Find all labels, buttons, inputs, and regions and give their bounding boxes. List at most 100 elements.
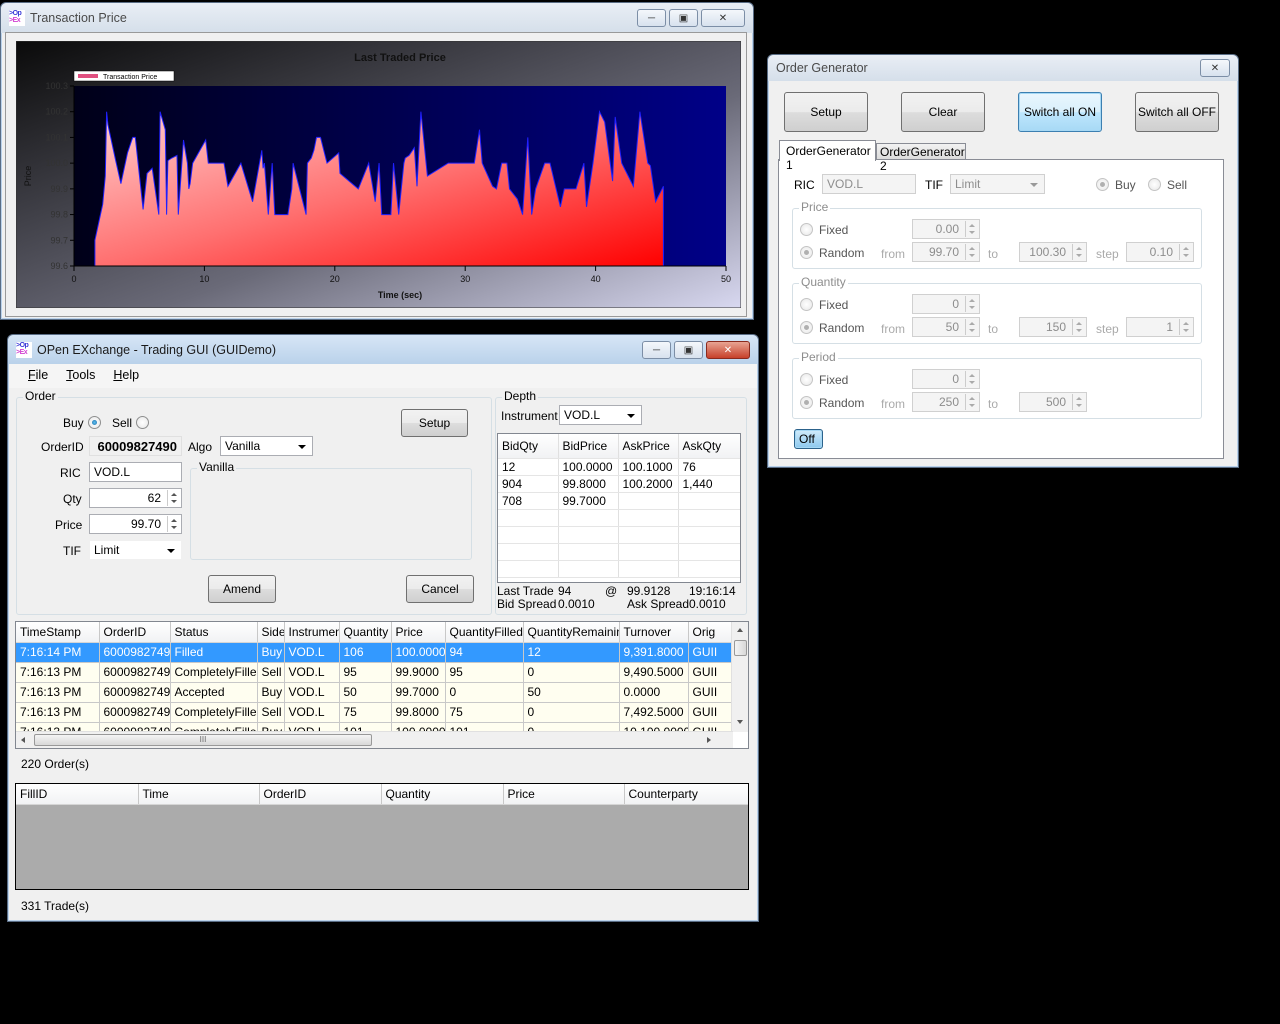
quantity-fixed-stepper[interactable]: 0 — [912, 294, 980, 314]
spin-arrows-icon[interactable] — [965, 296, 978, 312]
close-button[interactable]: ✕ — [706, 341, 750, 359]
period-to-stepper[interactable]: 500 — [1019, 392, 1087, 412]
algo-select[interactable]: Vanilla — [220, 436, 313, 456]
gen-sell-radio[interactable] — [1148, 178, 1161, 191]
column-header[interactable]: Price — [391, 622, 446, 643]
menu-file[interactable]: File — [19, 368, 57, 384]
depth-row[interactable] — [498, 526, 740, 544]
title-bar[interactable]: >Op >Ex OPen EXchange - Trading GUI (GUID… — [8, 335, 758, 365]
depth-row[interactable]: 904 99.8000 100.2000 1,440 — [498, 475, 740, 493]
quantity-from-stepper[interactable]: 50 — [912, 317, 980, 337]
spin-arrows-icon[interactable] — [965, 221, 978, 237]
tab-ordergenerator-2[interactable]: OrderGenerator 2 — [876, 143, 966, 173]
quantity-random-radio[interactable] — [800, 321, 813, 334]
switch-all-on-button[interactable]: Switch all ON — [1018, 92, 1102, 132]
column-header[interactable]: QuantityFilled — [445, 622, 524, 643]
generator-toggle-button[interactable]: Off — [794, 429, 823, 449]
sell-radio[interactable] — [136, 416, 149, 429]
column-header[interactable]: TimeStamp — [16, 622, 100, 643]
gen-clear-button[interactable]: Clear — [901, 92, 985, 132]
column-header[interactable]: BidPrice — [558, 434, 619, 459]
depth-row[interactable]: 708 99.7000 — [498, 492, 740, 510]
price-step-stepper[interactable]: 0.10 — [1126, 242, 1194, 262]
quantity-to-stepper[interactable]: 150 — [1019, 317, 1087, 337]
setup-button[interactable]: Setup — [401, 409, 468, 437]
spin-arrows-icon[interactable] — [965, 371, 978, 387]
scroll-down-icon[interactable] — [737, 720, 743, 724]
close-button[interactable]: ✕ — [701, 9, 745, 27]
period-from-stepper[interactable]: 250 — [912, 392, 980, 412]
spin-arrows-icon[interactable] — [1072, 319, 1085, 335]
order-row[interactable]: 7:16:13 PM 60009827493 CompletelyFilled Sel… — [16, 702, 733, 723]
column-header[interactable]: OrderID — [259, 784, 382, 805]
ric-input[interactable] — [89, 462, 182, 482]
column-header[interactable]: Instrument — [284, 622, 340, 643]
menu-tools[interactable]: Tools — [57, 368, 104, 384]
spin-arrows-icon[interactable] — [167, 490, 180, 506]
column-header[interactable]: AskPrice — [618, 434, 679, 459]
column-header[interactable]: Time — [138, 784, 260, 805]
gen-setup-button[interactable]: Setup — [784, 92, 868, 132]
close-button[interactable]: ✕ — [1200, 59, 1230, 77]
scroll-right-icon[interactable] — [707, 737, 711, 743]
depth-row[interactable]: 12 100.0000 100.1000 76 — [498, 458, 740, 476]
column-header[interactable]: BidQty — [498, 434, 559, 459]
buy-radio[interactable] — [88, 416, 101, 429]
column-header[interactable]: FillID — [16, 784, 139, 805]
instrument-select[interactable]: VOD.L — [559, 405, 642, 425]
scroll-left-icon[interactable] — [21, 737, 25, 743]
column-header[interactable]: AskQty — [678, 434, 740, 459]
scroll-up-icon[interactable] — [737, 628, 743, 632]
column-header[interactable]: OrderID — [99, 622, 171, 643]
qty-stepper[interactable]: 62 — [89, 488, 182, 508]
column-header[interactable]: Price — [503, 784, 625, 805]
depth-row[interactable] — [498, 509, 740, 527]
quantity-step-stepper[interactable]: 1 — [1126, 317, 1194, 337]
switch-all-off-button[interactable]: Switch all OFF — [1135, 92, 1219, 132]
gen-tif-select[interactable]: Limit — [950, 174, 1045, 194]
quantity-fixed-radio[interactable] — [800, 298, 813, 311]
price-stepper[interactable]: 99.70 — [89, 514, 182, 534]
gen-buy-radio[interactable] — [1096, 178, 1109, 191]
price-from-stepper[interactable]: 99.70 — [912, 242, 980, 262]
column-header[interactable]: Status — [170, 622, 258, 643]
spin-arrows-icon[interactable] — [1179, 244, 1192, 260]
spin-arrows-icon[interactable] — [1072, 244, 1085, 260]
price-fixed-stepper[interactable]: 0.00 — [912, 219, 980, 239]
spin-arrows-icon[interactable] — [965, 319, 978, 335]
spin-arrows-icon[interactable] — [167, 516, 180, 532]
depth-row[interactable] — [498, 543, 740, 561]
price-fixed-radio[interactable] — [800, 223, 813, 236]
column-header[interactable]: Counterparty — [624, 784, 748, 805]
column-header[interactable]: Turnover — [619, 622, 689, 643]
maximize-button[interactable]: ▣ — [674, 341, 703, 359]
scroll-thumb[interactable] — [734, 640, 747, 656]
order-row[interactable]: 7:16:13 PM 60009827495 CompletelyFilled Sel… — [16, 662, 733, 683]
title-bar[interactable]: Order Generator ✕ — [768, 55, 1238, 81]
tab-ordergenerator-1[interactable]: OrderGenerator 1 — [779, 140, 876, 172]
minimize-button[interactable]: ─ — [642, 341, 671, 359]
price-to-stepper[interactable]: 100.30 — [1019, 242, 1087, 262]
vertical-scrollbar[interactable] — [731, 622, 748, 732]
column-header[interactable]: Quantity — [381, 784, 504, 805]
gen-ric-input[interactable]: VOD.L — [822, 174, 916, 194]
spin-arrows-icon[interactable] — [1072, 394, 1085, 410]
order-row[interactable]: 7:16:13 PM 60009827494 Accepted Buy VOD.L 50 9… — [16, 682, 733, 703]
minimize-button[interactable]: ─ — [637, 9, 666, 27]
horizontal-scrollbar[interactable]: III — [16, 731, 733, 748]
menu-help[interactable]: Help — [104, 368, 148, 384]
tif-select[interactable]: Limit — [89, 540, 182, 560]
spin-arrows-icon[interactable] — [965, 244, 978, 260]
column-header[interactable]: Side — [257, 622, 285, 643]
period-fixed-radio[interactable] — [800, 373, 813, 386]
amend-button[interactable]: Amend — [208, 575, 276, 603]
cancel-button[interactable]: Cancel — [406, 575, 474, 603]
column-header[interactable]: Orig — [688, 622, 733, 643]
spin-arrows-icon[interactable] — [1179, 319, 1192, 335]
depth-row[interactable] — [498, 560, 740, 578]
order-row[interactable]: 7:16:14 PM 60009827496 Filled Buy VOD.L 106 10… — [16, 642, 733, 663]
title-bar[interactable]: >Op >Ex Transaction Price ─ ▣ ✕ — [1, 3, 753, 33]
maximize-button[interactable]: ▣ — [669, 9, 698, 27]
period-random-radio[interactable] — [800, 396, 813, 409]
spin-arrows-icon[interactable] — [965, 394, 978, 410]
